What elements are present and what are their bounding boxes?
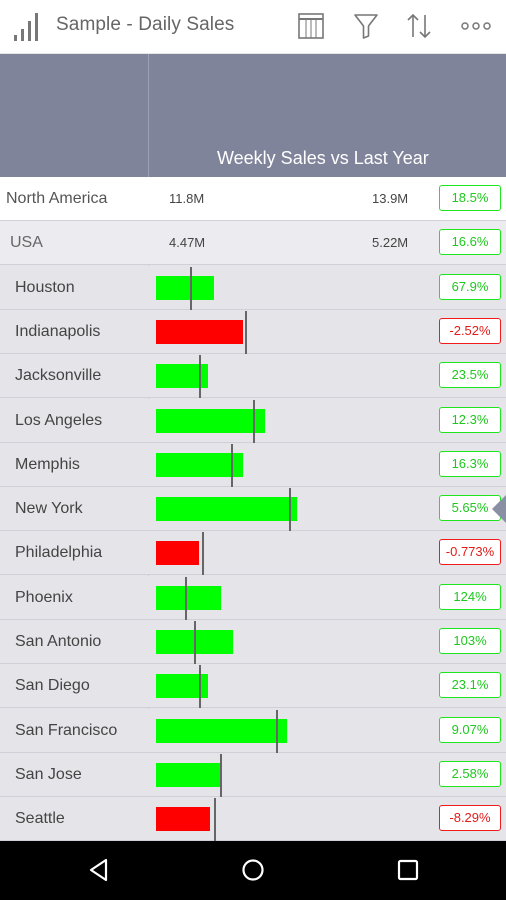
- actual-value: 4.47M: [169, 235, 206, 250]
- row-label: Jacksonville: [15, 367, 102, 384]
- row-label: San Jose: [15, 766, 82, 783]
- sales-bar: [156, 541, 199, 565]
- last-year-value: 5.22M: [372, 235, 409, 250]
- sales-bar: [156, 497, 297, 521]
- change-badge: 2.58%: [439, 761, 501, 787]
- change-badge: 23.1%: [439, 672, 501, 698]
- row-label: USA: [10, 234, 43, 251]
- last-year-value: 13.9M: [372, 191, 409, 206]
- home-icon[interactable]: [240, 857, 266, 883]
- more-icon[interactable]: [460, 12, 492, 40]
- sales-bar: [156, 409, 265, 433]
- change-badge: 124%: [439, 584, 501, 610]
- change-badge: 9.07%: [439, 717, 501, 743]
- system-nav-bar: [0, 841, 506, 900]
- row-label: Los Angeles: [15, 412, 103, 429]
- app-bar: Sample - Daily Sales: [0, 0, 506, 54]
- change-badge: -8.29%: [439, 805, 501, 831]
- measure-caption: Weekly Sales vs Last Year: [217, 148, 429, 168]
- last-year-marker: [194, 621, 196, 664]
- table-row[interactable]: Seattle -8.29%: [0, 797, 506, 841]
- row-label: North America: [6, 190, 108, 207]
- last-year-marker: [190, 267, 192, 310]
- sales-bar: [156, 719, 287, 743]
- table-row[interactable]: Houston 67.9%: [0, 266, 506, 310]
- row-label: Memphis: [15, 456, 80, 473]
- table-row[interactable]: Jacksonville 23.5%: [0, 354, 506, 398]
- change-badge: 103%: [439, 628, 501, 654]
- row-label: San Antonio: [15, 633, 102, 650]
- row-label: Indianapolis: [15, 323, 101, 340]
- change-badge: 16.3%: [439, 451, 501, 477]
- row-label: New York: [15, 500, 83, 517]
- row-label: San Diego: [15, 677, 90, 694]
- sort-icon[interactable]: [405, 12, 433, 40]
- row-label: Seattle: [15, 810, 65, 827]
- total-row[interactable]: North America 11.8M 13.9M 18.5%: [0, 177, 506, 221]
- chart-signal-icon: [14, 13, 38, 41]
- sales-bar: [156, 276, 214, 300]
- subtotal-row[interactable]: USA 4.47M 5.22M 16.6%: [0, 221, 506, 265]
- table-row[interactable]: Phoenix 124%: [0, 576, 506, 620]
- change-badge: 12.3%: [439, 407, 501, 433]
- change-badge: 18.5%: [439, 185, 501, 211]
- sales-bar: [156, 320, 243, 344]
- last-year-marker: [289, 488, 291, 531]
- table-row[interactable]: San Francisco 9.07%: [0, 709, 506, 753]
- sales-bar: [156, 453, 243, 477]
- table-row[interactable]: San Jose 2.58%: [0, 753, 506, 797]
- table-row[interactable]: San Diego 23.1%: [0, 664, 506, 708]
- app-title: Sample - Daily Sales: [56, 14, 235, 35]
- back-icon[interactable]: [86, 857, 112, 883]
- last-year-marker: [245, 311, 247, 354]
- last-year-marker: [231, 444, 233, 487]
- row-label: Houston: [15, 279, 75, 296]
- change-badge: 67.9%: [439, 274, 501, 300]
- recents-icon[interactable]: [395, 857, 421, 883]
- last-year-marker: [202, 532, 204, 575]
- last-year-marker: [276, 710, 278, 753]
- last-year-marker: [199, 665, 201, 708]
- columns-icon[interactable]: [297, 12, 325, 40]
- sales-bar: [156, 807, 210, 831]
- row-label: Philadelphia: [15, 544, 103, 561]
- selection-pointer-icon: [492, 495, 506, 523]
- actual-value: 11.8M: [169, 191, 205, 206]
- grid-header: Weekly Sales vs Last Year: [0, 54, 506, 177]
- table-row[interactable]: New York 5.65%: [0, 487, 506, 531]
- table-row[interactable]: Philadelphia -0.773%: [0, 531, 506, 575]
- row-label: Phoenix: [15, 589, 73, 606]
- header-divider: [148, 54, 149, 177]
- table-row[interactable]: Memphis 16.3%: [0, 443, 506, 487]
- change-badge: 23.5%: [439, 362, 501, 388]
- change-badge: -2.52%: [439, 318, 501, 344]
- last-year-marker: [199, 355, 201, 398]
- row-label: San Francisco: [15, 722, 118, 739]
- filter-icon[interactable]: [352, 12, 380, 40]
- change-badge: 16.6%: [439, 229, 501, 255]
- table-row[interactable]: Indianapolis -2.52%: [0, 310, 506, 354]
- data-grid[interactable]: North America 11.8M 13.9M 18.5% USA 4.47M 5.22…: [0, 177, 506, 841]
- table-row[interactable]: Los Angeles 12.3%: [0, 399, 506, 443]
- last-year-marker: [214, 798, 216, 841]
- table-row[interactable]: San Antonio 103%: [0, 620, 506, 664]
- sales-bar: [156, 763, 222, 787]
- last-year-marker: [253, 400, 255, 443]
- last-year-marker: [185, 577, 187, 620]
- last-year-marker: [220, 754, 222, 797]
- change-badge: -0.773%: [439, 539, 501, 565]
- sales-bar: [156, 586, 221, 610]
